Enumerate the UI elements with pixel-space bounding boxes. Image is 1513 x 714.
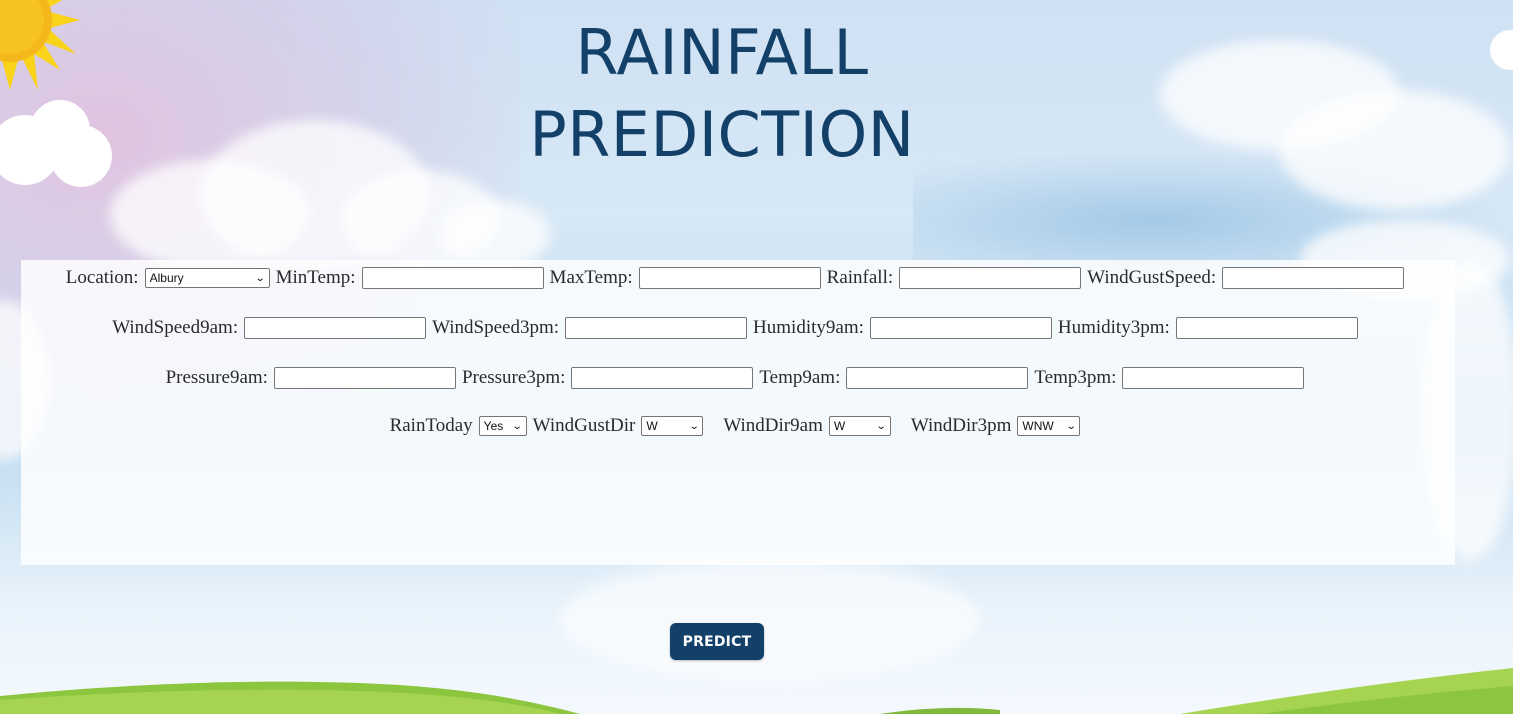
cloud xyxy=(560,560,980,680)
wind-dir-3pm-select[interactable]: WNW ⌄ xyxy=(1017,416,1081,436)
wind-speed-3pm-input[interactable] xyxy=(565,317,748,339)
wind-dir-3pm-selected-value: WNW xyxy=(1022,419,1054,433)
cloud xyxy=(200,120,430,270)
wind-gust-dir-select[interactable]: W ⌄ xyxy=(641,416,704,436)
wind-gust-dir-selected-value: W xyxy=(646,419,658,433)
chevron-down-icon: ⌄ xyxy=(512,420,523,432)
humidity-9am-label: Humidity9am: xyxy=(753,317,864,338)
cloud xyxy=(0,115,60,185)
min-temp-input[interactable] xyxy=(361,267,544,289)
location-select[interactable]: Albury ⌄ xyxy=(144,268,270,288)
page-title-line-2: PREDICTION xyxy=(529,98,915,171)
wind-gust-dir-label: WindGustDir xyxy=(532,415,636,436)
page-header: RAINFALL PREDICTION xyxy=(517,16,927,171)
temp-3pm-label: Temp3pm: xyxy=(1034,367,1117,388)
chevron-down-icon: ⌄ xyxy=(1065,420,1077,432)
humidity-3pm-label: Humidity3pm: xyxy=(1057,317,1170,338)
temp-3pm-input[interactable] xyxy=(1122,367,1305,389)
chevron-down-icon: ⌄ xyxy=(254,272,266,284)
rain-today-select[interactable]: Yes ⌄ xyxy=(478,416,527,436)
wind-dir-3pm-label: WindDir3pm xyxy=(910,415,1012,436)
form-row: WindSpeed9am: WindSpeed3pm: Humidity9am:… xyxy=(21,316,1455,340)
predict-button[interactable]: PREDICT xyxy=(670,623,764,660)
pressure-3pm-input[interactable] xyxy=(571,367,754,389)
form-row: RainToday Yes ⌄ WindGustDir W ⌄ WindDir9… xyxy=(21,414,1455,438)
wind-dir-9am-select[interactable]: W ⌄ xyxy=(828,416,891,436)
cloud xyxy=(340,170,500,270)
wind-gust-speed-input[interactable] xyxy=(1222,267,1405,289)
wind-dir-9am-selected-value: W xyxy=(833,419,846,433)
grass-hill xyxy=(0,668,1513,714)
cloud xyxy=(1280,90,1510,210)
rain-today-selected-value: Yes xyxy=(483,419,504,433)
humidity-9am-input[interactable] xyxy=(869,317,1052,339)
form-row: Pressure9am: Pressure3pm: Temp9am: Temp3… xyxy=(21,366,1455,390)
min-temp-label: MinTemp: xyxy=(275,267,356,288)
cloud xyxy=(50,125,112,187)
sun-icon xyxy=(0,0,80,90)
humidity-3pm-input[interactable] xyxy=(1175,317,1358,339)
pressure-9am-label: Pressure9am: xyxy=(165,367,268,388)
cloud xyxy=(1160,40,1400,150)
max-temp-input[interactable] xyxy=(638,267,821,289)
rain-today-label: RainToday xyxy=(389,415,473,436)
prediction-form: Location: Albury ⌄ MinTemp: MaxTemp: Rai… xyxy=(21,260,1455,565)
temp-9am-input[interactable] xyxy=(846,367,1029,389)
max-temp-label: MaxTemp: xyxy=(549,267,633,288)
rainfall-label: Rainfall: xyxy=(826,267,894,288)
cloud xyxy=(30,100,90,160)
wind-dir-9am-label: WindDir9am xyxy=(723,415,823,436)
temp-9am-label: Temp9am: xyxy=(759,367,841,388)
wind-gust-speed-label: WindGustSpeed: xyxy=(1087,267,1217,288)
cloud xyxy=(110,160,310,270)
wind-speed-9am-input[interactable] xyxy=(244,317,427,339)
location-label: Location: xyxy=(65,267,139,288)
form-row: Location: Albury ⌄ MinTemp: MaxTemp: Rai… xyxy=(21,266,1455,290)
pressure-3pm-label: Pressure3pm: xyxy=(461,367,566,388)
rainfall-input[interactable] xyxy=(899,267,1082,289)
wind-speed-9am-label: WindSpeed9am: xyxy=(112,317,239,338)
page-title-line-1: RAINFALL xyxy=(575,16,869,89)
cloud xyxy=(1490,30,1513,70)
location-selected-value: Albury xyxy=(149,271,184,285)
wind-speed-3pm-label: WindSpeed3pm: xyxy=(432,317,560,338)
pressure-9am-input[interactable] xyxy=(273,367,456,389)
chevron-down-icon: ⌄ xyxy=(876,420,888,432)
chevron-down-icon: ⌄ xyxy=(688,420,700,432)
